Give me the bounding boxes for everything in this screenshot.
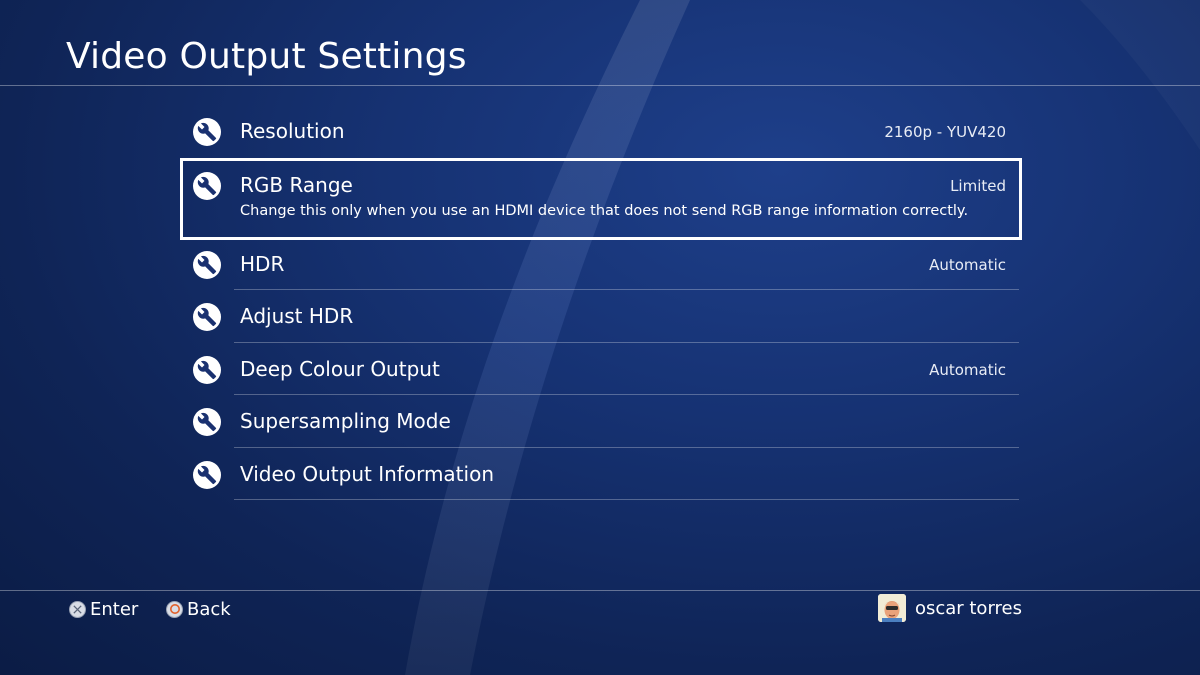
footer-divider xyxy=(0,590,1200,591)
circle-button-icon xyxy=(166,600,183,618)
back-label: Back xyxy=(187,598,231,620)
menu-item-supersampling-mode[interactable]: Supersampling Mode xyxy=(180,395,1022,448)
menu-item-adjust-hdr[interactable]: Adjust HDR xyxy=(180,290,1022,343)
settings-menu: Resolution 2160p - YUV420 RGB Range Limi… xyxy=(180,105,1022,500)
wrench-icon xyxy=(193,118,221,146)
menu-item-label: RGB Range xyxy=(240,172,353,197)
avatar xyxy=(877,594,906,622)
menu-item-description: Change this only when you use an HDMI de… xyxy=(240,202,969,219)
header-divider xyxy=(0,85,1200,86)
menu-item-deep-colour-output[interactable]: Deep Colour Output Automatic xyxy=(180,343,1022,395)
divider xyxy=(234,499,1019,500)
wrench-icon xyxy=(193,460,221,489)
back-hint[interactable]: Back xyxy=(166,596,231,622)
enter-hint[interactable]: Enter xyxy=(69,596,138,622)
wrench-icon xyxy=(193,250,221,279)
menu-item-rgb-range[interactable]: RGB Range Limited Change this only when … xyxy=(180,157,1022,240)
menu-item-value: Automatic xyxy=(929,255,1006,274)
menu-item-resolution[interactable]: Resolution 2160p - YUV420 xyxy=(180,105,1022,158)
menu-item-label: Deep Colour Output xyxy=(240,356,440,381)
menu-item-label: Video Output Information xyxy=(240,461,494,486)
footer: Enter Back oscar torres xyxy=(0,594,1200,626)
wrench-icon xyxy=(193,303,221,331)
cross-button-icon xyxy=(69,600,86,618)
menu-item-label: Resolution xyxy=(240,119,345,143)
menu-item-hdr[interactable]: HDR Automatic xyxy=(180,238,1022,290)
menu-item-label: Supersampling Mode xyxy=(240,409,451,433)
menu-item-video-output-information[interactable]: Video Output Information xyxy=(180,448,1022,500)
wrench-icon xyxy=(193,171,221,200)
menu-item-label: HDR xyxy=(240,251,285,276)
wrench-icon xyxy=(193,355,221,384)
menu-item-value: 2160p - YUV420 xyxy=(884,123,1006,141)
menu-item-value: Limited xyxy=(950,176,1006,195)
user-name: oscar torres xyxy=(914,597,1022,619)
user-profile: oscar torres xyxy=(877,594,1022,622)
menu-item-value: Automatic xyxy=(929,360,1006,379)
page-title: Video Output Settings xyxy=(66,36,467,77)
menu-item-label: Adjust HDR xyxy=(240,304,354,328)
wrench-icon xyxy=(193,408,221,436)
enter-label: Enter xyxy=(90,598,139,620)
